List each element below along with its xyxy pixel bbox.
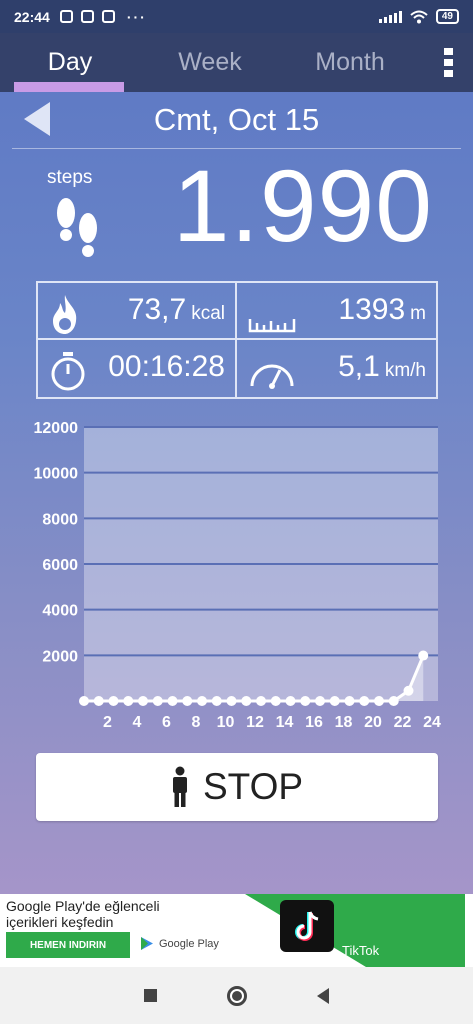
hourly-steps-chart: 2000 4000 6000 8000 10000 12000 2 4 6 8 10 12 14 16 18… [0, 403, 473, 743]
back-button-icon[interactable] [317, 987, 329, 1004]
ad-text-line1: Google Play'de eğlenceli [6, 898, 160, 914]
flame-icon [53, 295, 77, 334]
x-tick-label: 22 [394, 714, 412, 731]
stop-button-label: STOP [202, 766, 304, 807]
data-point [108, 696, 119, 706]
steps-count: 1.990 [172, 149, 433, 263]
speed-value: 5,1 [338, 350, 380, 383]
data-point [152, 696, 163, 706]
speedometer-icon [250, 364, 294, 389]
data-point [197, 696, 207, 706]
steps-app-icon [101, 10, 115, 23]
previous-day-arrow-icon[interactable] [24, 102, 50, 136]
data-point [344, 696, 355, 706]
date-title: Cmt, Oct 15 [153, 102, 320, 137]
data-point [167, 696, 178, 706]
x-tick-label: 10 [217, 714, 235, 731]
data-point [388, 696, 399, 706]
x-tick-label: 4 [133, 714, 142, 731]
speed-unit: km/h [384, 360, 426, 381]
data-point [182, 696, 193, 706]
signal-icon [378, 10, 402, 23]
instagram-icon [59, 10, 73, 23]
ad-text-line2: içerikleri keşfedin [6, 914, 114, 930]
data-point [418, 650, 429, 661]
calories-unit: kcal [191, 303, 225, 324]
tab-indicator [14, 82, 124, 92]
x-tick-label: 20 [364, 714, 382, 731]
google-play-badge: Google Play [140, 936, 219, 951]
google-play-label: Google Play [159, 937, 219, 950]
ad-app-name: TikTok [342, 943, 380, 958]
x-tick-label: 6 [162, 714, 171, 731]
google-play-icon [141, 937, 153, 950]
overflow-menu-icon[interactable] [444, 48, 453, 77]
speed-cell: 5,1 km/h [237, 340, 436, 397]
instagram-icon-2 [80, 10, 94, 23]
stopwatch-icon [51, 352, 85, 391]
tab-bar: Day Week Month [0, 33, 473, 92]
data-point [256, 696, 266, 706]
y-tick-label: 2000 [42, 648, 78, 665]
app-screen: Day Week Month Cmt, Oct 15 steps 1.990 7… [0, 33, 473, 894]
distance-value: 1393 [338, 293, 406, 326]
distance-unit: m [410, 303, 426, 324]
data-point [315, 696, 325, 706]
x-tick-label: 14 [276, 714, 294, 731]
more-notifications-icon: ··· [126, 8, 147, 25]
data-point [270, 696, 281, 706]
steps-label: steps [47, 167, 93, 188]
data-point [211, 696, 222, 706]
home-button-icon[interactable] [227, 985, 247, 1006]
steps-summary: steps 1.990 [0, 148, 473, 281]
x-tick-label: 8 [192, 714, 201, 731]
tiktok-logo-icon [280, 900, 334, 952]
person-icon [172, 766, 187, 807]
data-point [374, 696, 384, 706]
ad-install-button[interactable]: HEMEN INDIRIN [6, 932, 130, 958]
x-tick-label: 12 [246, 714, 264, 731]
x-tick-label: 16 [305, 714, 323, 731]
calories-cell: 73,7 kcal [38, 283, 237, 340]
data-point [285, 696, 296, 706]
data-point [226, 696, 237, 706]
ruler-icon [248, 319, 296, 333]
data-point [241, 696, 252, 706]
x-tick-label: 24 [423, 714, 441, 731]
y-tick-label: 6000 [42, 557, 78, 574]
data-point [403, 685, 414, 696]
stats-grid: 73,7 kcal 1393 m 00:16:28 5,1 km/h [36, 281, 438, 399]
calories-value: 73,7 [127, 293, 187, 326]
wifi-icon [410, 10, 428, 23]
tab-month[interactable]: Month [280, 33, 420, 92]
stop-button[interactable]: STOP [36, 753, 438, 821]
date-bar: Cmt, Oct 15 [0, 92, 473, 149]
data-point [93, 696, 104, 706]
y-tick-label: 10000 [34, 466, 79, 483]
footprints-icon [57, 198, 97, 257]
y-tick-label: 12000 [34, 420, 79, 437]
status-bar: 22:44 ··· 49 [0, 0, 473, 33]
x-tick-label: 18 [335, 714, 353, 731]
y-tick-label: 4000 [42, 603, 78, 620]
system-nav-bar [0, 967, 473, 1024]
y-tick-label: 8000 [42, 511, 78, 528]
recents-button-icon[interactable] [144, 989, 157, 1002]
battery-icon: 49 [435, 9, 459, 24]
tab-week[interactable]: Week [140, 33, 280, 92]
data-point [359, 696, 370, 706]
x-tick-label: 2 [103, 714, 112, 731]
ad-banner[interactable]: Google Play'de eğlenceli içerikleri keşf… [0, 894, 473, 967]
data-point [300, 696, 311, 706]
duration-cell: 00:16:28 [38, 340, 237, 397]
data-point [123, 696, 134, 706]
distance-cell: 1393 m [237, 283, 436, 340]
duration-value: 00:16:28 [108, 350, 225, 383]
status-time: 22:44 [14, 8, 50, 25]
chart-svg: 200040006000800010000120002 4 6 8 10 12 14 16 18… [34, 420, 442, 731]
data-point [79, 696, 89, 706]
data-point [138, 696, 148, 706]
data-point [329, 696, 340, 706]
